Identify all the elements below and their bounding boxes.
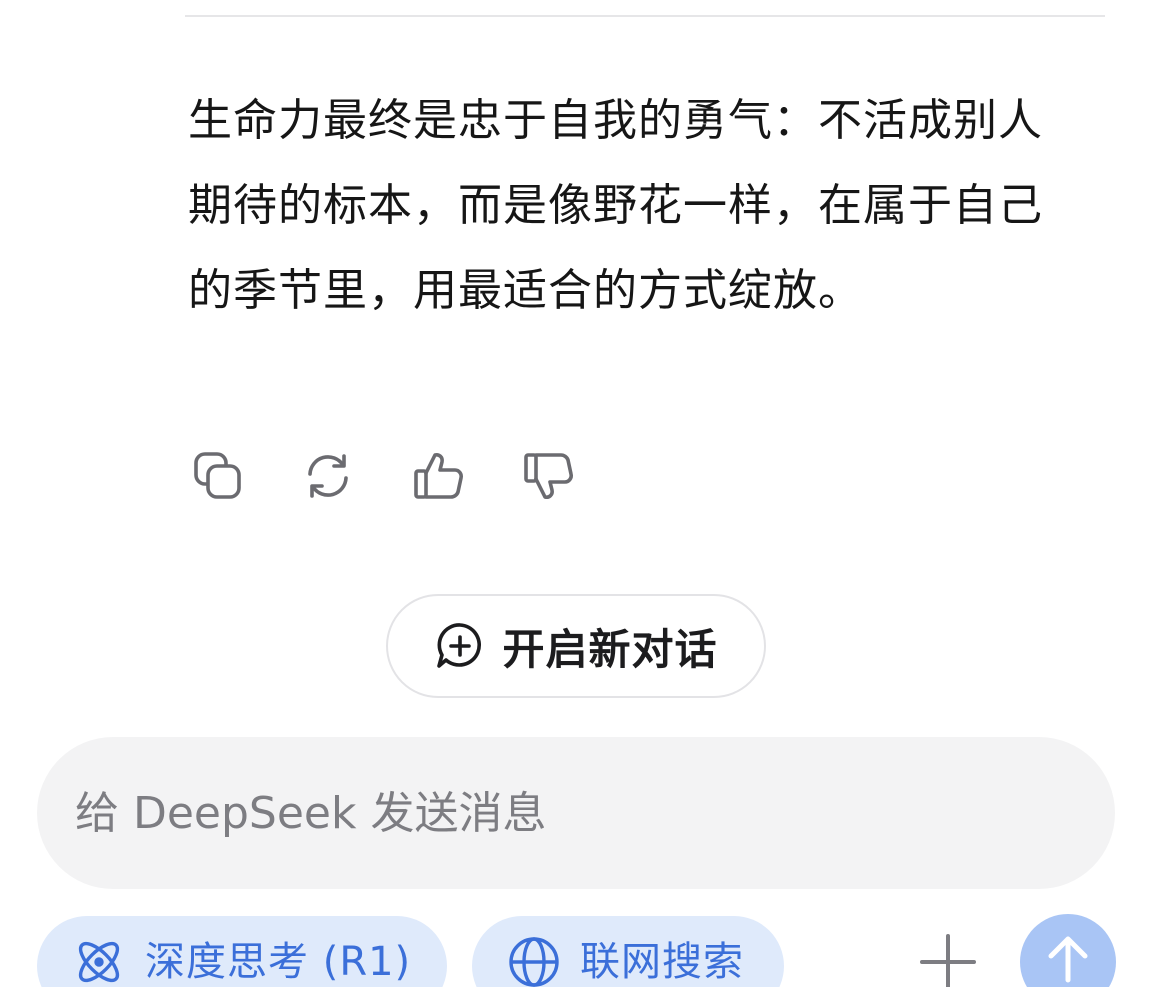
send-button[interactable] <box>1020 914 1116 987</box>
add-attachment-button[interactable] <box>918 932 978 987</box>
copy-button[interactable] <box>190 448 246 504</box>
message-composer <box>37 737 1115 889</box>
chat-plus-icon <box>434 620 486 672</box>
new-chat-label: 开启新对话 <box>502 624 718 674</box>
new-chat-button[interactable]: 开启新对话 <box>386 594 766 698</box>
copy-icon <box>194 452 241 499</box>
like-button[interactable] <box>410 448 466 504</box>
regenerate-button[interactable] <box>300 448 356 504</box>
arrow-up-icon <box>1048 936 1088 983</box>
deep-think-label: 深度思考 (R1) <box>145 939 412 985</box>
regenerate-icon <box>308 454 348 498</box>
divider <box>185 15 1105 17</box>
plus-icon <box>920 934 976 987</box>
dislike-button[interactable] <box>520 448 576 504</box>
message-actions <box>190 448 576 504</box>
atom-icon <box>78 941 120 983</box>
web-search-label: 联网搜索 <box>580 939 744 985</box>
chat-screen: 生命力最终是忠于自我的勇气：不活成别人期待的标本，而是像野花一样，在属于自己的季… <box>0 0 1152 987</box>
assistant-message: 生命力最终是忠于自我的勇气：不活成别人期待的标本，而是像野花一样，在属于自己的季… <box>188 95 1043 316</box>
message-input[interactable] <box>73 786 1037 840</box>
web-search-toggle[interactable]: 联网搜索 <box>472 916 784 987</box>
thumbs-down-icon <box>524 453 573 499</box>
globe-icon <box>509 937 559 987</box>
thumbs-up-icon <box>414 453 463 499</box>
deep-think-toggle[interactable]: 深度思考 (R1) <box>37 916 447 987</box>
